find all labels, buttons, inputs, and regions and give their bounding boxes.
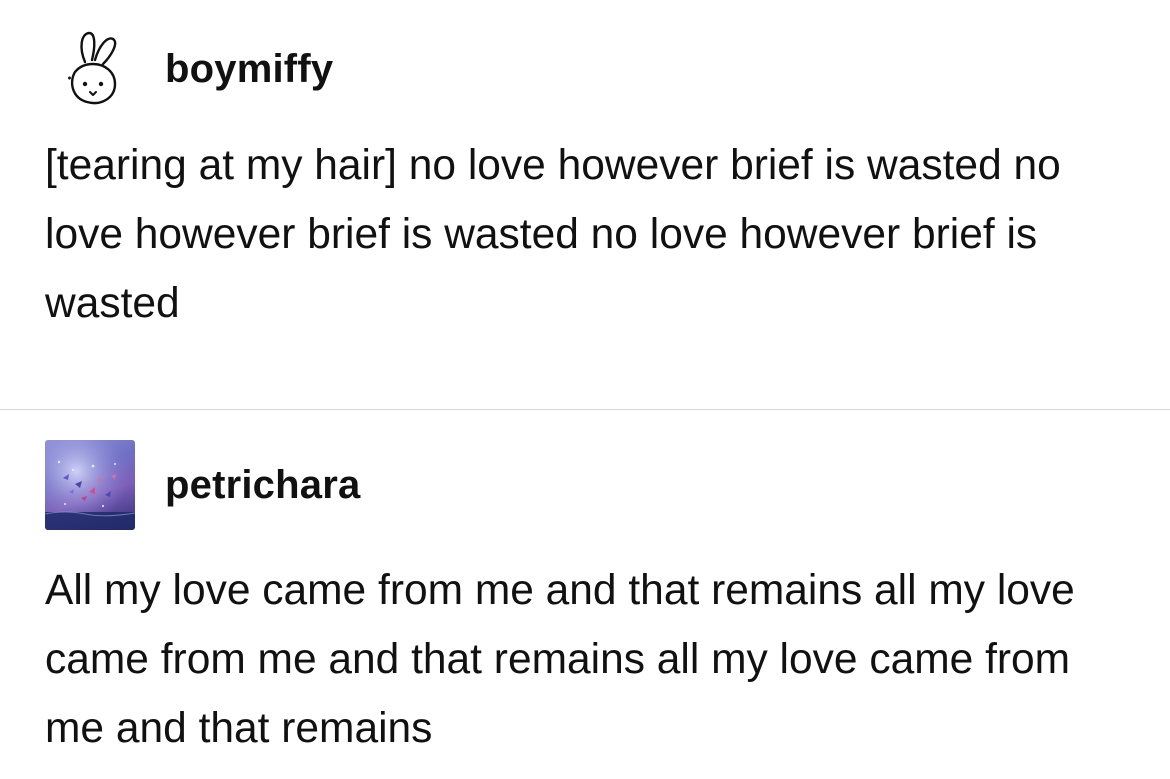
miffy-bunny-icon[interactable] — [45, 24, 135, 114]
username[interactable]: boymiffy — [165, 47, 333, 92]
post-petrichara: petrichara All my love came from me and … — [0, 411, 1170, 779]
post-header: petrichara — [45, 440, 360, 530]
post-divider — [0, 409, 1170, 410]
username[interactable]: petrichara — [165, 463, 360, 508]
post-text: All my love came from me and that remain… — [45, 567, 1075, 752]
post-text: [tearing at my hair] no love however bri… — [45, 142, 1061, 327]
post-header: boymiffy — [45, 24, 333, 114]
post-boymiffy: boymiffy [tearing at my hair] no love ho… — [0, 0, 1170, 410]
butterflies-photo-avatar[interactable] — [45, 440, 135, 530]
